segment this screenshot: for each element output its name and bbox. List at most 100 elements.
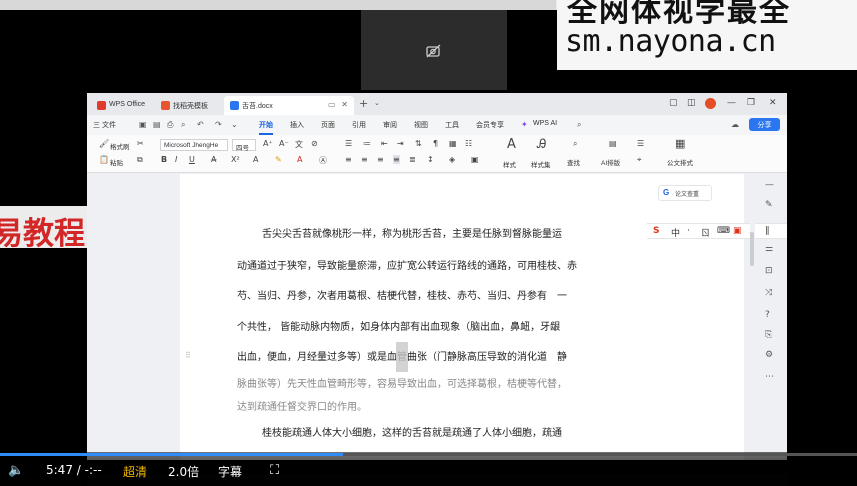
menu-wps-ai[interactable]: WPS AI — [533, 120, 557, 127]
grow-font-icon[interactable]: A⁺ — [263, 139, 273, 148]
font-size-select[interactable]: 四号 — [232, 139, 256, 152]
skin-icon[interactable]: ◫ — [687, 98, 696, 108]
outdent-icon[interactable]: ⇤ — [381, 139, 388, 148]
monitor-icon[interactable]: ▭ — [328, 100, 336, 109]
tab-document[interactable]: 舌苔.docx ▭ ✕ — [224, 96, 354, 115]
export-icon[interactable]: ▤ — [153, 120, 161, 129]
volume-icon[interactable]: 🔈 — [8, 463, 24, 478]
style-set-label[interactable]: 样式集 — [531, 159, 551, 169]
justify-icon[interactable]: ≡ — [393, 155, 400, 164]
camera-off-icon[interactable] — [426, 44, 442, 58]
adjust-icon[interactable]: ⚌ — [765, 244, 773, 254]
document-page[interactable]: 舌尖尖舌苔就像桃形一样，称为桃形舌苔，主要是任脉到督脉能量运 动通道过于狭窄，导… — [180, 174, 744, 460]
print-icon[interactable]: ⎙ — [167, 120, 173, 130]
keyboard-icon[interactable]: ⌨ — [717, 226, 730, 236]
close-icon[interactable]: ✕ — [341, 100, 348, 109]
styles-icon[interactable]: A — [507, 137, 516, 152]
style-set-icon[interactable]: Ꭿ — [537, 137, 546, 152]
undo-icon[interactable]: ↶ — [197, 120, 204, 129]
share-icon[interactable]: ⎘ — [765, 330, 772, 340]
indent-icon[interactable]: ⇥ — [397, 139, 404, 148]
menu-review[interactable]: 审阅 — [383, 120, 397, 130]
save-icon[interactable]: ▣ — [139, 120, 147, 129]
speed-button[interactable]: 2.0倍 — [168, 463, 199, 480]
ime-mode[interactable]: 中 — [671, 226, 680, 239]
translate-icon[interactable]: ⤨ — [765, 288, 772, 298]
menu-member[interactable]: 会员专享 — [476, 120, 504, 130]
scroll-thumb[interactable] — [750, 232, 754, 266]
official-format-label[interactable]: 公文排式 — [667, 157, 693, 167]
share-button[interactable]: 分享 — [749, 118, 780, 131]
chevron-down-icon[interactable]: ⌄ — [231, 120, 238, 129]
tab-wps-office[interactable]: WPS Office — [91, 96, 153, 115]
select-icon[interactable]: ⌖ — [637, 155, 642, 165]
restore-icon[interactable]: ❐ — [747, 98, 755, 108]
line-spacing-icon[interactable]: ☷ — [465, 139, 472, 148]
shading-icon[interactable]: ◈ — [449, 155, 455, 164]
fullscreen-icon[interactable]: ⛶ — [270, 463, 279, 478]
superscript-icon[interactable]: X² — [231, 155, 240, 164]
align-center-icon[interactable]: ≡ — [361, 155, 368, 164]
text-effect-icon[interactable]: A — [253, 155, 258, 164]
redo-icon[interactable]: ↷ — [215, 120, 222, 129]
paste-icon[interactable]: 📋 — [99, 155, 109, 164]
add-tab-icon[interactable]: + — [359, 97, 368, 110]
quality-button[interactable]: 超清 — [123, 463, 147, 480]
collapse-icon[interactable]: — — [765, 180, 774, 190]
image-icon[interactable]: ⊡ — [765, 266, 773, 276]
cloud-icon[interactable]: ☁ — [731, 120, 739, 129]
menu-file[interactable]: 三 文件 — [93, 120, 116, 130]
align-left-icon[interactable]: ≡ — [345, 155, 352, 164]
ime-more-icon[interactable]: ∥ — [765, 226, 770, 236]
sort-icon[interactable]: ⇅ — [415, 139, 422, 148]
find-icon[interactable]: ⌕ — [573, 139, 577, 149]
menu-home[interactable]: 开始 — [259, 120, 273, 135]
official-format-icon[interactable]: ▦ — [675, 137, 685, 150]
bullet-list-icon[interactable]: ☰ — [345, 139, 352, 148]
format-painter-label[interactable]: 格式刷 — [110, 141, 130, 151]
subtitle-button[interactable]: 字幕 — [218, 463, 242, 480]
close-window-icon[interactable]: ✕ — [769, 98, 777, 108]
format-painter-icon[interactable]: 🖌 — [99, 139, 109, 148]
scissors-icon[interactable]: ✂ — [137, 139, 144, 148]
tab-template[interactable]: 找稻壳模板 — [155, 96, 221, 115]
underline-icon[interactable]: U — [189, 155, 195, 164]
shrink-font-icon[interactable]: A⁻ — [279, 139, 289, 148]
menu-reference[interactable]: 引用 — [352, 120, 366, 130]
help-icon[interactable]: ? — [765, 310, 770, 320]
plagiarism-check-button[interactable]: G 论文查重 — [658, 185, 712, 201]
styles-label[interactable]: 样式 — [503, 159, 516, 169]
settings-icon[interactable]: ⚙ — [765, 350, 773, 360]
distribute-icon[interactable]: ≣ — [409, 155, 416, 164]
chevron-down-icon[interactable]: ⌄ — [374, 99, 380, 107]
menu-view[interactable]: 视图 — [414, 120, 428, 130]
sogou-icon[interactable]: S — [653, 226, 659, 236]
copy-icon[interactable]: ⧉ — [137, 155, 143, 165]
bold-icon[interactable]: B — [161, 155, 167, 164]
menu-tools[interactable]: 工具 — [445, 120, 459, 130]
paste-label[interactable]: 粘贴 — [110, 157, 123, 167]
phonetic-icon[interactable]: 文 — [295, 139, 303, 150]
char-border-icon[interactable]: Ⓐ — [319, 155, 327, 166]
highlight-icon[interactable]: ✎ — [275, 155, 282, 164]
menu-page[interactable]: 页面 — [321, 120, 335, 130]
paragraph-spacing-icon[interactable]: ↕ — [427, 155, 434, 164]
mic-icon[interactable]: ㄖ — [701, 226, 710, 239]
show-marks-icon[interactable]: ¶ — [433, 139, 438, 148]
font-name-select[interactable]: Microsoft JhengHe — [160, 139, 228, 151]
search-icon[interactable]: ⌕ — [577, 120, 581, 130]
font-color-icon[interactable]: A — [297, 155, 302, 164]
border-icon[interactable]: ▦ — [449, 139, 457, 148]
avatar[interactable] — [705, 98, 716, 109]
menu-insert[interactable]: 插入 — [290, 120, 304, 130]
more-icon[interactable]: ⋯ — [765, 372, 774, 382]
strikethrough-icon[interactable]: A̶ — [211, 155, 216, 164]
clear-format-icon[interactable]: ⊘ — [311, 139, 318, 148]
minimize-icon[interactable]: — — [727, 98, 736, 108]
preview-icon[interactable]: ⌕ — [181, 120, 185, 130]
replace-icon[interactable]: ☰ — [637, 139, 644, 148]
edit-icon[interactable]: ✎ — [765, 200, 773, 210]
italic-icon[interactable]: I — [175, 155, 177, 164]
find-label[interactable]: 查找 — [567, 157, 580, 167]
skin-icon[interactable]: ▣ — [733, 226, 742, 236]
